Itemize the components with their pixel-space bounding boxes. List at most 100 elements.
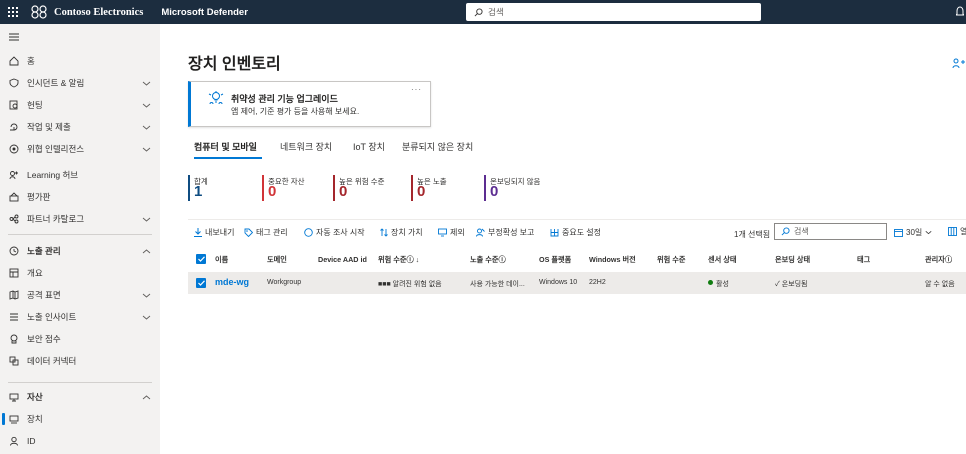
hamburger-menu[interactable]	[0, 26, 160, 48]
cell-sensor-health: 활성	[708, 279, 729, 289]
global-search-input[interactable]: 검색	[466, 3, 761, 21]
hamburger-icon	[8, 32, 19, 43]
sidebar-item-data-connectors[interactable]: 데이터 커넥터	[0, 350, 160, 372]
sidebar-item-actions[interactable]: 작업 및 제출	[0, 116, 160, 138]
notification-bell-icon[interactable]	[956, 6, 964, 18]
column-header-sensor-health[interactable]: 센서 상태	[708, 255, 736, 265]
exclude-button[interactable]: 제외	[438, 227, 465, 238]
tab-computers-mobile[interactable]: 컴퓨터 및 모바일	[194, 140, 257, 153]
learning-icon	[8, 170, 19, 181]
card-title: 취약성 관리 기능 업그레이드	[231, 94, 338, 104]
cell-onboarding-status: ✓ 온보딩됨	[775, 281, 808, 288]
column-header-onboarding-status[interactable]: 온보딩 상태	[775, 255, 810, 265]
select-all-checkbox[interactable]	[196, 254, 206, 264]
sidebar-item-label: 개요	[27, 268, 43, 278]
active-tab-underline	[194, 157, 262, 159]
contoso-logo-icon	[31, 5, 47, 19]
sidebar-item-label: 장치	[27, 414, 43, 424]
start-investigation-label: 자동 조사 시작	[316, 228, 365, 237]
sidebar-item-label: 위협 인텔리전스	[27, 144, 85, 154]
share-icon[interactable]	[952, 58, 966, 70]
time-period-dropdown[interactable]: 30일	[894, 227, 932, 238]
sidebar-item-label: 평가판	[27, 192, 51, 202]
column-header-managed-by[interactable]: 관리자ⓘ	[925, 255, 952, 265]
chevron-down-icon	[142, 293, 151, 298]
sidebar-item-secure-score[interactable]: 보안 점수	[0, 328, 160, 350]
time-period-value: 30일	[906, 228, 923, 237]
export-button[interactable]: 내보내기	[194, 227, 234, 238]
top-bar: Contoso Electronics Microsoft Defender 검…	[0, 0, 966, 24]
stat-bar	[333, 175, 335, 201]
stat-value: 0	[268, 183, 277, 200]
column-header-risk-level[interactable]: 위험 수준ⓘ ↓	[378, 255, 419, 265]
column-header-exposure-level[interactable]: 노출 수준ⓘ	[470, 255, 506, 265]
column-header-os-platform[interactable]: OS 플랫폼	[539, 255, 571, 265]
column-header-aad-id[interactable]: Device AAD id	[318, 255, 367, 264]
sidebar-item-home[interactable]: 홈	[0, 50, 160, 72]
column-header-name[interactable]: 이름	[215, 255, 228, 265]
chevron-down-icon	[142, 81, 151, 86]
sidebar-item-label: 작업 및 제출	[27, 122, 71, 132]
monitor-icon	[438, 228, 447, 237]
sidebar-item-label: 인시던트 & 알림	[27, 78, 85, 88]
sensor-status-text: 활성	[716, 281, 729, 288]
upgrade-card[interactable]: 취약성 관리 기능 업그레이드 앱 제어, 기준 평가 등을 사용해 보세요. …	[188, 81, 431, 127]
row-checkbox[interactable]	[196, 278, 206, 288]
start-investigation-button[interactable]: 자동 조사 시작	[304, 227, 365, 238]
tag-icon	[244, 228, 253, 237]
connector-icon	[8, 356, 19, 367]
sidebar-item-exposure-insights[interactable]: 노출 인사이트	[0, 306, 160, 328]
calendar-icon	[894, 229, 903, 237]
sidebar-item-label: Learning 허브	[27, 170, 79, 180]
sidebar-item-identities[interactable]: ID	[0, 430, 160, 452]
sidebar-item-trials[interactable]: 평가판	[0, 186, 160, 208]
stat-value: 0	[417, 183, 426, 200]
sidebar: 홈 인시던트 & 알림 헌팅 작업 및 제출 위협 인텔리전스 Learning…	[0, 24, 160, 454]
sidebar-item-label: 헌팅	[27, 100, 43, 110]
sort-arrows-icon	[380, 228, 388, 237]
device-search-input[interactable]: 검색	[774, 223, 887, 240]
main-content: 장치 인벤토리 취약성 관리 기능 업그레이드 앱 제어, 기준 평가 등을 사…	[160, 24, 966, 454]
score-icon	[8, 334, 19, 345]
column-header-threat-level[interactable]: 위험 수준	[657, 255, 685, 265]
search-icon	[781, 227, 790, 236]
stat-bar	[262, 175, 264, 201]
set-criticality-label: 중요도 설정	[562, 228, 602, 237]
app-launcher-icon[interactable]	[0, 0, 26, 24]
table-row[interactable]: mde-wg Workgroup ■■■ 알려진 위험 없음 사용 가능한 데이…	[188, 272, 966, 294]
cell-os-platform: Windows 10	[539, 279, 578, 286]
column-header-windows-version[interactable]: Windows 버전	[589, 255, 636, 265]
sidebar-item-devices[interactable]: 장치	[0, 408, 160, 430]
product-name[interactable]: Microsoft Defender	[161, 7, 248, 18]
report-inaccuracy-button[interactable]: 부정확성 보고	[476, 227, 534, 238]
sidebar-item-threat-intel[interactable]: 위협 인텔리전스	[0, 138, 160, 160]
column-header-tags[interactable]: 태그	[857, 255, 870, 265]
device-value-button[interactable]: 장치 가치	[380, 227, 423, 238]
sidebar-item-exposure-management[interactable]: 노출 관리	[0, 240, 160, 262]
selected-count: 1개 선택됨	[734, 230, 771, 239]
stat-bar	[188, 175, 190, 201]
sidebar-item-overview[interactable]: 개요	[0, 262, 160, 284]
cell-windows-version: 22H2	[589, 279, 606, 286]
device-search-placeholder: 검색	[794, 227, 809, 236]
columns-button[interactable]: 열	[948, 226, 966, 237]
tab-uncategorized-devices[interactable]: 분류되지 않은 장치	[402, 140, 473, 153]
column-header-domain[interactable]: 도메인	[267, 255, 287, 265]
set-criticality-button[interactable]: 중요도 설정	[550, 227, 601, 238]
brand-name: Contoso Electronics	[54, 6, 144, 18]
tab-iot-devices[interactable]: IoT 장치	[353, 140, 385, 153]
manage-tags-button[interactable]: 태그 관리	[244, 227, 288, 238]
sidebar-item-assets[interactable]: 자산	[0, 386, 160, 408]
more-options-button[interactable]: ···	[411, 85, 422, 94]
stat-value: 1	[194, 183, 203, 200]
sidebar-item-attack-surface[interactable]: 공격 표면	[0, 284, 160, 306]
brand[interactable]: Contoso Electronics	[26, 5, 143, 19]
sidebar-item-learning[interactable]: Learning 허브	[0, 164, 160, 186]
sidebar-item-incidents[interactable]: 인시던트 & 알림	[0, 72, 160, 94]
sidebar-item-label: 홈	[27, 56, 35, 66]
sidebar-item-hunting[interactable]: 헌팅	[0, 94, 160, 116]
sidebar-item-partner-catalog[interactable]: 파트너 카탈로그	[0, 208, 160, 230]
tab-network-devices[interactable]: 네트워크 장치	[280, 140, 332, 153]
device-name-link[interactable]: mde-wg	[215, 277, 249, 287]
sidebar-item-label: 파트너 카탈로그	[27, 214, 85, 224]
